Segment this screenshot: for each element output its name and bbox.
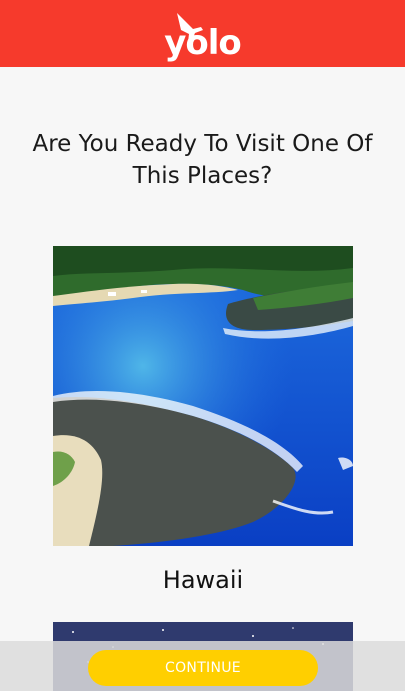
app-header: yolo <box>0 0 405 67</box>
yolo-logo: yolo <box>163 9 243 63</box>
page-title: Are You Ready To Visit One Of This Place… <box>32 131 373 189</box>
hawaii-coast-photo <box>53 246 353 546</box>
place-name-hawaii: Hawaii <box>162 566 244 594</box>
continue-button[interactable]: CONTINUE <box>88 650 318 686</box>
logo-text: yolo <box>164 22 242 63</box>
place-card-hawaii[interactable] <box>53 246 353 546</box>
